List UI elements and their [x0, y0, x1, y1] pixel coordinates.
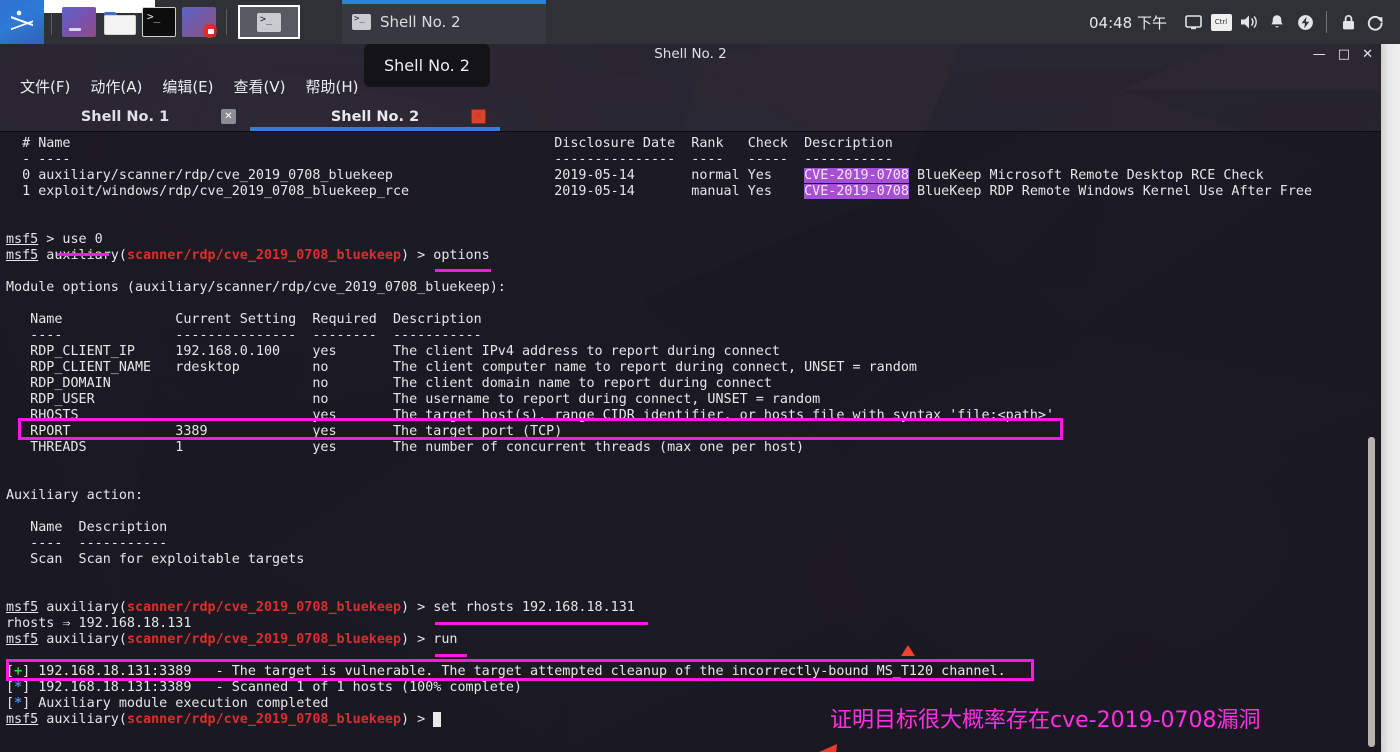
task-item-shell-no-2[interactable]: Shell No. 2	[342, 0, 546, 44]
annotation-text: 证明目标很大概率存在cve-2019-0708漏洞	[830, 708, 1261, 733]
tab-shell-2-close-icon[interactable]: ✕	[471, 109, 486, 124]
tab-shell-1[interactable]: Shell No. 1 ✕	[0, 102, 250, 131]
keyboard-layout-label: Ctrl	[1210, 13, 1232, 31]
terminal-icon[interactable]	[142, 7, 176, 37]
terminal-scrollbar[interactable]	[1368, 132, 1375, 752]
tab-bar: Shell No. 1 ✕ Shell No. 2 ✕	[0, 102, 1381, 132]
logout-icon[interactable]	[1362, 0, 1390, 44]
annotation-arrow-icon	[819, 744, 837, 752]
menu-view[interactable]: 查看(V)	[224, 73, 296, 100]
highlight-underline-set	[435, 622, 648, 625]
desktop-right-gutter	[1381, 0, 1400, 752]
top-panel: Shell No. 2 04:48 下午 Ctrl	[0, 0, 1400, 44]
tab-shell-2-label: Shell No. 2	[330, 108, 420, 125]
file-manager-icon[interactable]	[102, 7, 136, 37]
task-list: Shell No. 2	[342, 0, 1089, 44]
kali-menu-icon[interactable]	[0, 0, 44, 44]
tab-shell-1-label: Shell No. 1	[80, 108, 170, 125]
tray-separator	[1326, 11, 1327, 33]
window-tooltip: Shell No. 2	[364, 44, 490, 87]
system-tray: 04:48 下午 Ctrl	[1089, 0, 1400, 44]
tab-shell-1-close-icon[interactable]: ✕	[221, 109, 236, 124]
highlight-underline-run	[435, 654, 467, 657]
task-item-label: Shell No. 2	[380, 13, 461, 31]
terminal-window-icon	[257, 12, 281, 32]
highlight-underline-use	[57, 253, 109, 256]
clock[interactable]: 04:48 下午	[1089, 12, 1167, 33]
terminal-window: Shell No. 2 — □ ✕ 文件(F) 动作(A) 编辑(E) 查看(V…	[0, 38, 1381, 752]
screen-recorder-icon[interactable]	[182, 7, 217, 38]
terminal-task-icon	[352, 14, 371, 30]
lock-screen-icon[interactable]	[1334, 0, 1362, 44]
menu-help[interactable]: 帮助(H)	[295, 73, 368, 100]
power-icon[interactable]	[1291, 0, 1319, 44]
maximize-button[interactable]: □	[1338, 48, 1350, 61]
window-title: Shell No. 2	[654, 46, 727, 62]
terminal-text: # Name Disclosure Date Rank Check Descri…	[6, 136, 1313, 727]
menu-file[interactable]: 文件(F)	[10, 73, 80, 100]
terminal-output-area[interactable]: # Name Disclosure Date Rank Check Descri…	[0, 132, 1381, 752]
highlight-underline-options	[435, 269, 491, 272]
volume-icon[interactable]	[1235, 0, 1263, 44]
notifications-bell-icon[interactable]	[1263, 0, 1291, 44]
close-button[interactable]: ✕	[1362, 48, 1373, 61]
panel-separator-2	[226, 9, 227, 35]
keyboard-layout-icon[interactable]: Ctrl	[1207, 0, 1235, 44]
menu-bar: 文件(F) 动作(A) 编辑(E) 查看(V) 帮助(H)	[0, 70, 1381, 102]
minimize-button[interactable]: —	[1313, 48, 1326, 61]
menu-action[interactable]: 动作(A)	[80, 73, 152, 100]
display-icon[interactable]	[1179, 0, 1207, 44]
annotation-triangle-marker	[901, 645, 915, 656]
terminal-scrollbar-thumb[interactable]	[1368, 437, 1375, 747]
window-buttons-active-item[interactable]	[238, 5, 300, 39]
web-browser-icon[interactable]	[62, 7, 96, 37]
menu-edit[interactable]: 编辑(E)	[152, 73, 223, 100]
tab-shell-2[interactable]: Shell No. 2 ✕	[250, 102, 500, 131]
